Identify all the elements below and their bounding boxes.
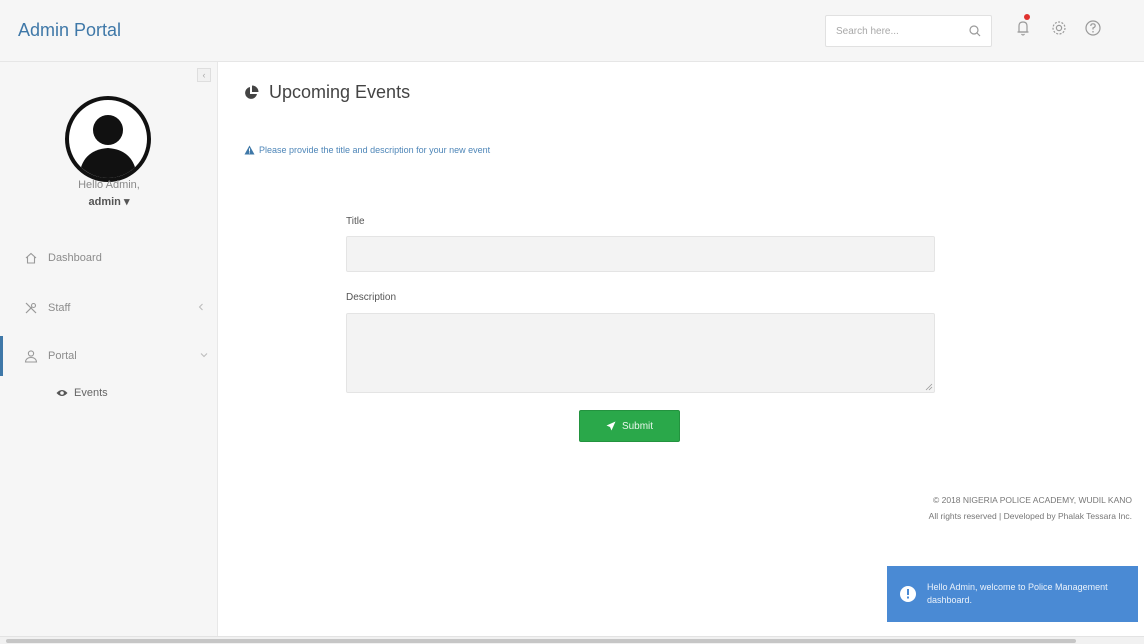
user-menu[interactable]: admin ▾ <box>0 195 218 208</box>
submit-button[interactable]: Submit <box>579 410 680 442</box>
title-input[interactable] <box>346 236 935 272</box>
search-input[interactable] <box>826 16 956 46</box>
pie-chart-icon <box>245 85 259 99</box>
sidebar-item-label: Staff <box>48 302 71 314</box>
brand-title[interactable]: Admin Portal <box>18 20 121 41</box>
info-icon <box>900 586 916 602</box>
scrollbar-thumb[interactable] <box>6 639 1076 643</box>
sidebar-subitem-events[interactable]: Events <box>56 387 108 399</box>
chevron-down-icon <box>200 353 208 358</box>
search-icon[interactable] <box>967 23 983 39</box>
search-box[interactable] <box>825 15 992 47</box>
submit-label: Submit <box>621 420 654 432</box>
sidebar-item-dashboard[interactable]: Dashboard <box>0 238 218 278</box>
credits-text: All rights reserved | Developed by Phala… <box>928 511 1132 521</box>
greeting-text: Hello Admin, <box>78 179 140 191</box>
sidebar-item-portal[interactable]: Portal <box>0 336 218 376</box>
send-icon <box>606 421 616 431</box>
page-title: Upcoming Events <box>269 82 411 102</box>
eye-icon <box>56 390 68 396</box>
notification-dot <box>1024 14 1030 20</box>
info-notice: Please provide the title and description… <box>244 145 490 155</box>
sidebar-item-staff[interactable]: Staff <box>0 288 218 328</box>
description-label: Description <box>346 292 397 303</box>
home-icon <box>25 252 37 264</box>
notice-text: Please provide the title and description… <box>259 145 491 155</box>
bell-icon[interactable] <box>1012 17 1034 39</box>
chevron-left-icon <box>198 303 203 311</box>
warning-icon <box>244 145 255 155</box>
description-textarea[interactable] <box>346 313 935 393</box>
user-icon <box>24 350 38 363</box>
sidebar: ‹ Hello Admin, admin ▾ Dashboard Staff P… <box>0 62 218 636</box>
sidebar-item-label: Dashboard <box>48 252 102 264</box>
toast-message: Hello Admin, welcome to Police Managemen… <box>927 582 1108 605</box>
welcome-toast[interactable]: Hello Admin, welcome to Police Managemen… <box>887 566 1138 622</box>
tools-icon <box>25 302 37 314</box>
copyright-text: © 2018 NIGERIA POLICE ACADEMY, WUDIL KAN… <box>933 495 1132 505</box>
user-silhouette-icon <box>79 115 137 178</box>
page-header: Upcoming Events <box>243 82 410 103</box>
title-label: Title <box>346 216 365 227</box>
footer: © 2018 NIGERIA POLICE ACADEMY, WUDIL KAN… <box>832 492 1132 524</box>
resize-handle-icon[interactable] <box>925 383 933 391</box>
sidebar-collapse-button[interactable]: ‹ <box>197 68 211 82</box>
sidebar-item-label: Portal <box>48 350 77 362</box>
top-header: Admin Portal <box>0 0 1144 62</box>
gear-icon[interactable] <box>1048 17 1070 39</box>
sidebar-subitem-label: Events <box>74 387 108 399</box>
help-icon[interactable] <box>1082 17 1104 39</box>
horizontal-scrollbar[interactable] <box>0 636 1144 644</box>
avatar[interactable] <box>65 96 151 182</box>
